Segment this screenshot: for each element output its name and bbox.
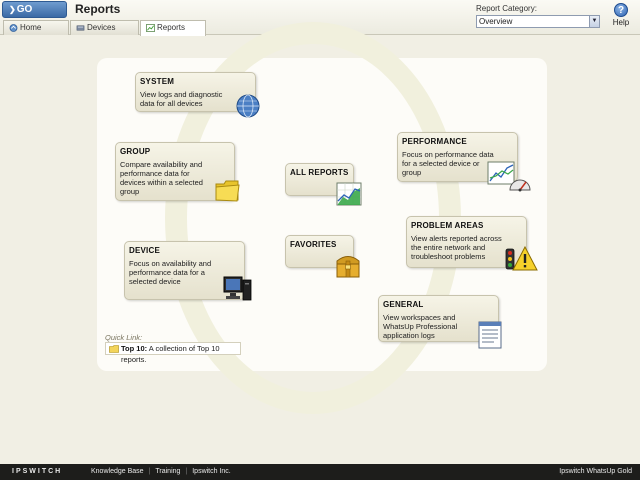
report-category-label: Report Category: xyxy=(476,4,537,13)
devices-icon xyxy=(76,25,85,31)
treasure-chest-icon xyxy=(336,256,360,278)
report-category-value: Overview xyxy=(479,17,513,26)
home-icon xyxy=(9,24,18,32)
footer-product-name: Ipswitch WhatsUp Gold xyxy=(559,468,632,475)
quick-link-label: Quick Link: xyxy=(105,333,143,342)
help-button[interactable]: ? Help xyxy=(610,3,632,27)
device-card[interactable]: DEVICE Focus on availability and perform… xyxy=(124,241,252,301)
system-card[interactable]: SYSTEM View logs and diagnostic data for… xyxy=(135,72,260,118)
footer-link-knowledge-base[interactable]: Knowledge Base xyxy=(91,468,144,475)
footer-bar: IPSWITCH Knowledge Base | Training | Ipswitc… xyxy=(0,464,640,480)
quick-link-title: Top 10: xyxy=(121,344,148,353)
group-card[interactable]: GROUP Compare availability and performan… xyxy=(115,142,240,202)
computer-icon xyxy=(223,276,252,301)
folder-icon xyxy=(109,345,119,353)
folder-icon xyxy=(215,180,240,202)
gauge-chart-icon xyxy=(487,161,531,192)
all-reports-card[interactable]: ALL REPORTS xyxy=(285,163,362,206)
tab-home[interactable]: Home xyxy=(3,20,69,35)
reports-icon xyxy=(146,24,155,32)
report-category-select[interactable]: Overview ▼ xyxy=(476,15,600,28)
problem-areas-card[interactable]: PROBLEM AREAS View alerts reported acros… xyxy=(406,216,538,271)
page-title: Reports xyxy=(75,2,121,16)
top-header: ❯GO Reports Home Devices Reports Report … xyxy=(0,0,640,36)
globe-icon xyxy=(236,94,260,118)
tab-reports[interactable]: Reports xyxy=(140,20,206,36)
go-button[interactable]: ❯GO xyxy=(2,1,67,18)
footer-links: Knowledge Base | Training | Ipswitch Inc. xyxy=(91,464,231,480)
go-arrow-icon: ❯ xyxy=(9,5,16,14)
help-icon: ? xyxy=(614,3,628,17)
footer-brand: IPSWITCH xyxy=(12,468,63,475)
warning-traffic-light-icon xyxy=(505,245,538,271)
footer-separator: | xyxy=(148,468,151,475)
quick-link-top10[interactable]: Top 10: A collection of Top 10 reports. xyxy=(105,342,241,364)
footer-link-training[interactable]: Training xyxy=(155,468,180,475)
reports-panel: SYSTEM View logs and diagnostic data for… xyxy=(97,22,547,414)
general-card[interactable]: GENERAL View workspaces and WhatsUp Prof… xyxy=(378,295,502,349)
favorites-card[interactable]: FAVORITES xyxy=(285,235,360,278)
chevron-down-icon[interactable]: ▼ xyxy=(589,16,599,27)
chart-icon xyxy=(336,182,362,206)
footer-link-ipswitch[interactable]: Ipswitch Inc. xyxy=(192,468,231,475)
performance-card[interactable]: PERFORMANCE Focus on performance data fo… xyxy=(397,132,531,192)
footer-separator: | xyxy=(185,468,188,475)
document-icon xyxy=(478,321,502,349)
tab-devices[interactable]: Devices xyxy=(70,20,139,35)
